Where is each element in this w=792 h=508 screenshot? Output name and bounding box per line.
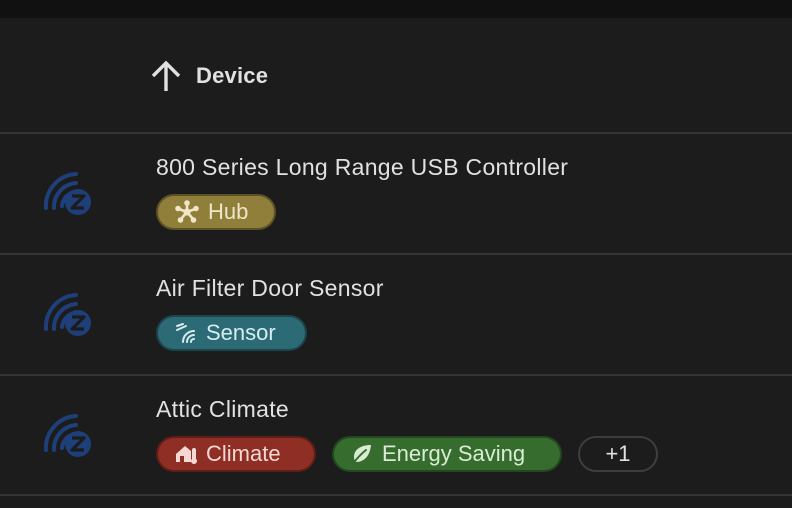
tag-label: Hub	[208, 199, 249, 224]
device-name: Air Filter Door Sensor	[156, 275, 384, 301]
table-row[interactable]: Air Filter Door Sensor Sensor	[0, 255, 792, 374]
tag-list: Hub	[156, 194, 276, 230]
tag-label: Sensor	[206, 320, 276, 345]
tag-list: Sensor	[156, 315, 307, 351]
zwave-icon	[43, 172, 91, 215]
table-row[interactable]: Attic Climate Climate Energy Saving +1	[0, 376, 792, 495]
tag-chip-hub[interactable]: Hub	[156, 194, 276, 230]
leaf-icon	[352, 445, 371, 465]
device-name: 800 Series Long Range USB Controller	[156, 154, 569, 180]
more-tags-count: +1	[605, 441, 631, 466]
tag-label: Climate	[206, 441, 281, 466]
table-row[interactable]: 800 Series Long Range USB Controller Hub	[0, 134, 792, 253]
divider	[0, 494, 792, 496]
sensor-icon	[176, 323, 195, 343]
device-name: Attic Climate	[156, 396, 289, 422]
table-header: Device	[0, 20, 792, 132]
hub-icon	[175, 200, 199, 223]
zwave-icon	[43, 414, 91, 457]
tag-label: Energy Saving	[382, 441, 526, 466]
home-thermometer-icon	[176, 446, 197, 464]
tag-chip-climate[interactable]: Climate	[156, 436, 316, 472]
top-bar	[0, 0, 792, 18]
arrow-up-icon	[151, 60, 181, 91]
tag-chip-sensor[interactable]: Sensor	[156, 315, 307, 351]
tag-chip-energy-saving[interactable]: Energy Saving	[332, 436, 562, 472]
tag-list: Climate Energy Saving +1	[156, 436, 658, 472]
sort-device-button[interactable]: Device	[150, 56, 268, 96]
zwave-icon	[43, 293, 91, 336]
more-tags-button[interactable]: +1	[578, 436, 658, 472]
column-header-device: Device	[196, 63, 269, 88]
